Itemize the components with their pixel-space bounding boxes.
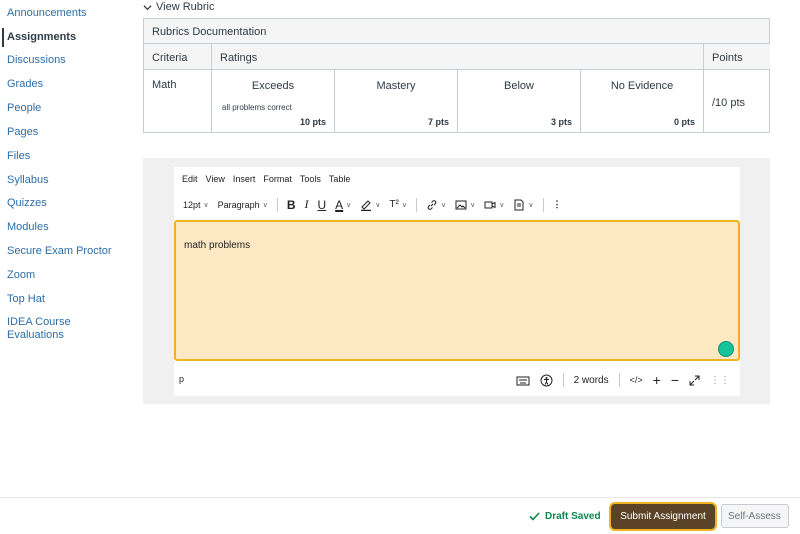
underline-icon[interactable]: U — [317, 198, 326, 212]
nav-quizzes[interactable]: Quizzes — [7, 197, 47, 210]
fullscreen-icon[interactable] — [689, 375, 700, 386]
chevron-down-icon: ∨ — [346, 201, 352, 209]
keyboard-icon[interactable] — [516, 374, 530, 386]
menu-view[interactable]: View — [206, 174, 225, 184]
menu-edit[interactable]: Edit — [182, 174, 198, 184]
rating-title: Exceeds — [251, 80, 295, 92]
self-assess-button[interactable]: Self-Assess — [721, 504, 789, 528]
highlighter-icon — [361, 199, 372, 211]
editor-statusbar: p 2 words </> + − ⋮⋮ — [174, 368, 740, 394]
superscript-button[interactable]: T² ∨ — [389, 199, 407, 210]
statusbar-divider — [618, 373, 620, 387]
link-icon — [427, 199, 437, 210]
nav-people[interactable]: People — [7, 102, 41, 115]
nav-grades[interactable]: Grades — [7, 78, 43, 91]
nav-syllabus[interactable]: Syllabus — [7, 174, 49, 187]
criterion-name: Math — [152, 79, 177, 91]
submission-footer: Draft Saved Submit Assignment Self-Asses… — [0, 497, 800, 534]
text-color-icon: A — [335, 197, 344, 212]
ratings-header: Ratings — [212, 44, 704, 70]
chevron-down-icon: ∨ — [470, 201, 476, 209]
rubric-table: Rubrics Documentation Criteria Ratings P… — [143, 18, 770, 133]
view-rubric-label: View Rubric — [156, 1, 215, 13]
text-color-button[interactable]: A ∨ — [335, 198, 351, 212]
menu-format[interactable]: Format — [263, 174, 292, 184]
editor-menubar: Edit View Insert Format Tools Table — [182, 174, 350, 184]
media-button[interactable]: ∨ — [484, 199, 504, 211]
toolbar-divider — [542, 197, 544, 212]
highlight-color-button[interactable]: ∨ — [360, 199, 380, 211]
zoom-in-icon[interactable]: + — [653, 372, 661, 388]
nav-discussions[interactable]: Discussions — [7, 54, 66, 67]
chevron-down-icon: ∨ — [499, 201, 505, 209]
rating-points: 10 pts — [299, 117, 326, 127]
word-count[interactable]: 2 words — [574, 375, 609, 386]
media-icon — [484, 201, 496, 208]
nav-pages[interactable]: Pages — [7, 126, 38, 139]
bold-icon[interactable]: B — [287, 198, 296, 212]
chevron-down-icon — [143, 4, 152, 10]
nav-top-hat[interactable]: Top Hat — [7, 293, 45, 306]
toolbar-divider — [276, 197, 278, 212]
checkmark-icon — [529, 512, 540, 521]
nav-zoom[interactable]: Zoom — [7, 269, 35, 282]
chevron-down-icon: ∨ — [375, 201, 381, 209]
font-size-select[interactable]: 12pt ∨ — [183, 200, 209, 210]
draft-status: Draft Saved — [529, 511, 601, 522]
points-header: Points — [704, 44, 770, 70]
menu-tools[interactable]: Tools — [300, 174, 321, 184]
menu-table[interactable]: Table — [329, 174, 351, 184]
divider — [703, 44, 704, 133]
editor-toolbar: 12pt ∨ Paragraph ∨ B I U A ∨ ∨ T² ∨ ∨ ∨ … — [183, 197, 571, 212]
submit-assignment-button[interactable]: Submit Assignment — [609, 502, 717, 531]
chevron-down-icon: ∨ — [401, 201, 407, 209]
rating-points: 3 pts — [550, 117, 572, 127]
criterion-points: /10 pts — [712, 97, 746, 109]
rating-points: 7 pts — [427, 117, 449, 127]
submission-textbox[interactable]: math problems — [174, 220, 740, 361]
chevron-down-icon: ∨ — [441, 201, 447, 209]
chevron-down-icon: ∨ — [262, 201, 268, 209]
nav-announcements[interactable]: Announcements — [7, 7, 87, 20]
document-button[interactable]: ∨ — [513, 199, 534, 211]
draft-status-text: Draft Saved — [545, 511, 601, 522]
rating-title: Below — [504, 80, 534, 92]
nav-assignments[interactable]: Assignments — [7, 31, 76, 44]
superscript-icon: T² — [389, 199, 399, 210]
html-editor-toggle-icon[interactable]: </> — [630, 375, 643, 385]
statusbar-divider — [562, 373, 564, 387]
accessibility-checker-icon[interactable] — [540, 374, 553, 387]
nav-files[interactable]: Files — [7, 150, 30, 163]
font-size-value: 12pt — [183, 199, 201, 210]
link-button[interactable]: ∨ — [426, 199, 446, 211]
image-button[interactable]: ∨ — [455, 199, 475, 211]
chevron-down-icon: ∨ — [528, 201, 534, 209]
block-format-value: Paragraph — [217, 199, 260, 210]
textbox-content[interactable]: math problems — [184, 240, 250, 251]
menu-insert[interactable]: Insert — [233, 174, 256, 184]
more-options-icon[interactable]: ⋮ — [553, 199, 562, 210]
image-icon — [455, 200, 467, 209]
grammarly-icon[interactable] — [718, 341, 734, 357]
element-path[interactable]: p — [179, 374, 184, 384]
chevron-down-icon: ∨ — [203, 201, 209, 209]
document-icon — [514, 199, 524, 210]
block-format-select[interactable]: Paragraph ∨ — [218, 200, 268, 210]
criteria-header: Criteria — [144, 44, 212, 70]
active-indicator — [2, 28, 4, 47]
rating-description: all problems correct — [222, 103, 292, 112]
resize-handle-icon[interactable]: ⋮⋮ — [710, 375, 730, 386]
rubric-title: Rubrics Documentation — [144, 19, 769, 44]
nav-modules[interactable]: Modules — [7, 221, 49, 234]
nav-idea-course-evaluations[interactable]: IDEA Course Evaluations — [7, 316, 87, 342]
rating-points: 0 pts — [673, 117, 695, 127]
nav-secure-exam-proctor[interactable]: Secure Exam Proctor — [7, 245, 112, 258]
toolbar-divider — [416, 197, 417, 212]
rating-title: No Evidence — [610, 80, 674, 92]
view-rubric-toggle[interactable]: View Rubric — [143, 1, 215, 13]
rating-title: Mastery — [376, 80, 416, 92]
zoom-out-icon[interactable]: − — [671, 372, 679, 388]
italic-icon[interactable]: I — [304, 197, 308, 212]
